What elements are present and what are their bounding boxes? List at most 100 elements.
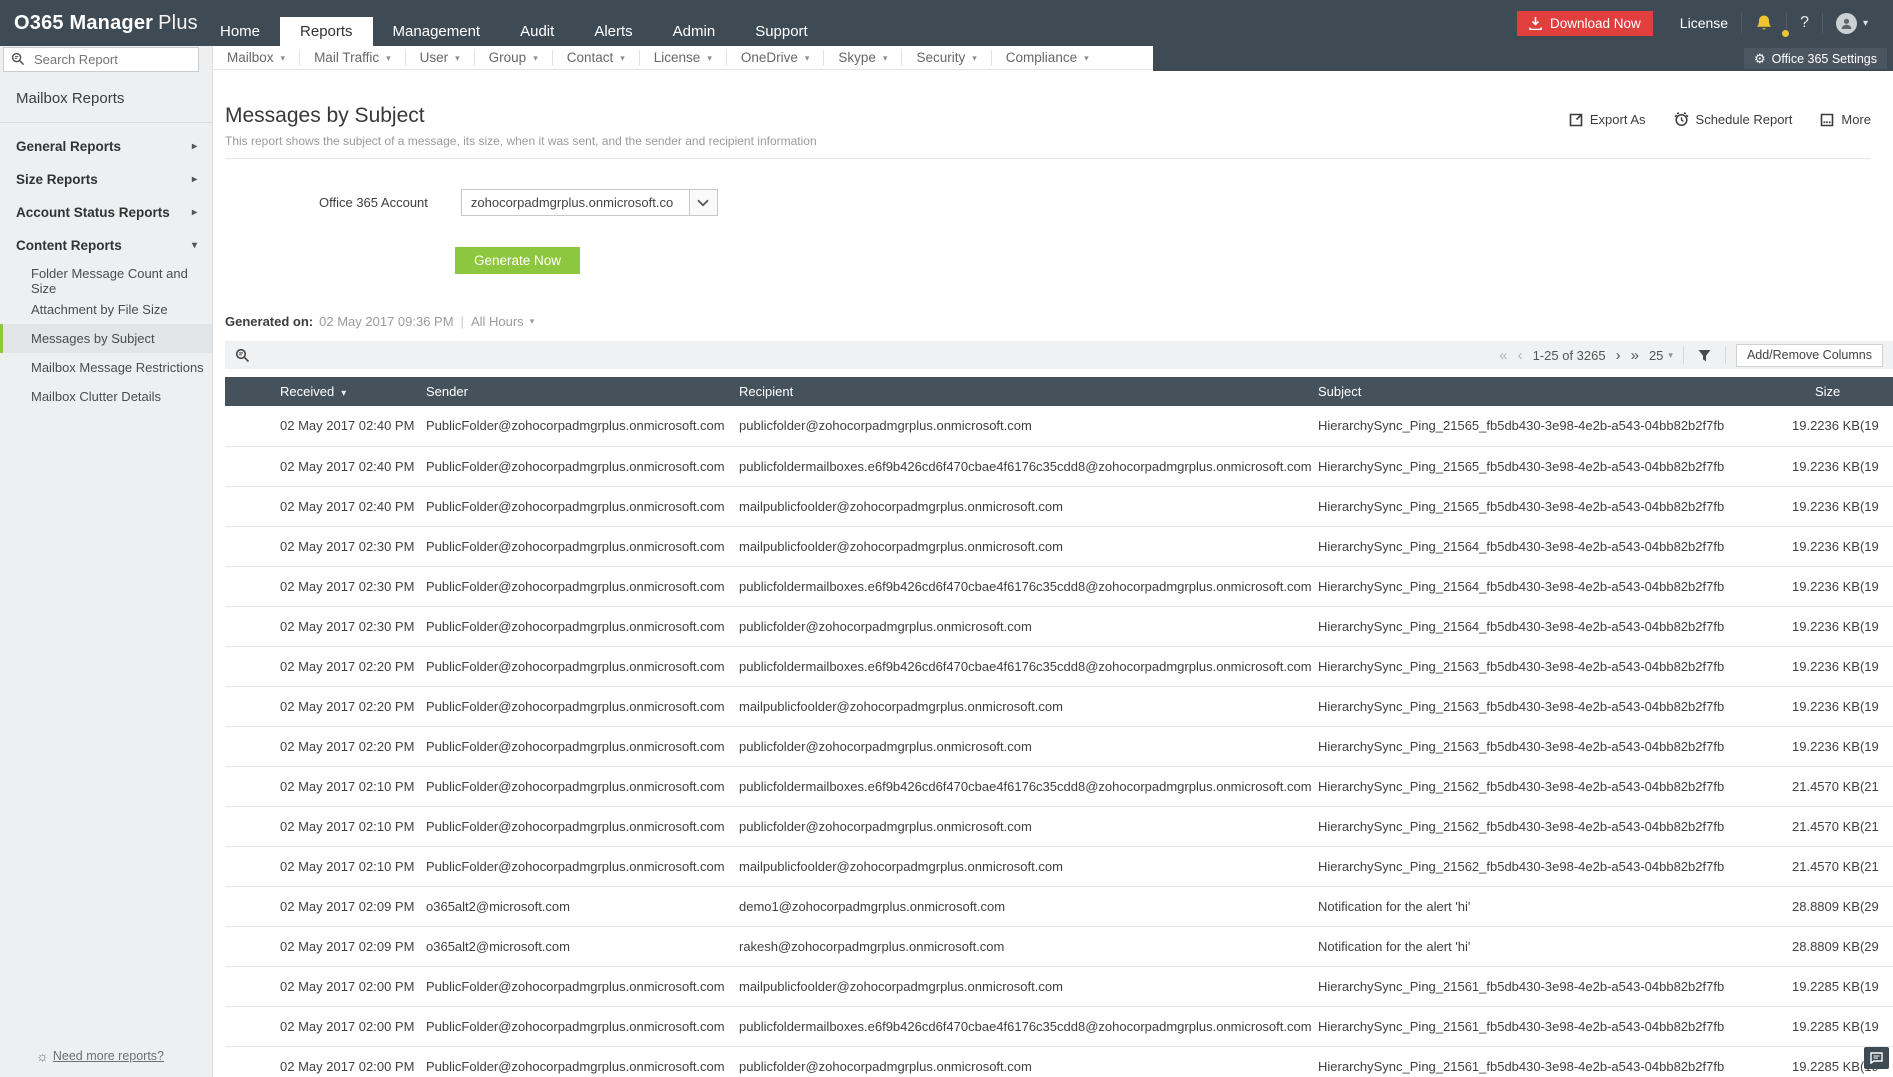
column-header-sender[interactable]: Sender [426,377,739,406]
tab-management[interactable]: Management [373,17,501,46]
schedule-report-label: Schedule Report [1695,112,1793,127]
sidebar-item-account-status-reports[interactable]: Account Status Reports ▸ [0,196,212,229]
table-row[interactable]: 02 May 2017 02:40 PM PublicFolder@zohocor… [225,446,1893,487]
nav-contact[interactable]: Contact ▾ [553,49,640,66]
sidebar-item-mailbox-message-restrictions[interactable]: Mailbox Message Restrictions [0,353,212,382]
cell-size: 19.2236 KB(19 [1792,646,1893,687]
prev-page-button[interactable]: ‹ [1518,348,1523,363]
nav-label: Group [488,49,527,65]
generate-now-button[interactable]: Generate Now [455,247,581,274]
cell-subject: HierarchySync_Ping_21564_fb5db430-3e98-4… [1318,566,1792,607]
sidebar-item-mailbox-clutter-details[interactable]: Mailbox Clutter Details [0,382,212,411]
table-row[interactable]: 02 May 2017 02:20 PM PublicFolder@zohocor… [225,646,1893,687]
need-more-reports-link[interactable]: ☼ Need more reports? [36,1048,164,1064]
table-row[interactable]: 02 May 2017 02:10 PM PublicFolder@zohocor… [225,766,1893,807]
hours-filter-dropdown[interactable]: All Hours ▾ [471,314,534,329]
column-header-recipient[interactable]: Recipient [739,377,1318,406]
user-menu[interactable]: ▾ [1823,11,1881,36]
tab-audit[interactable]: Audit [500,17,574,46]
table-row[interactable]: 02 May 2017 02:00 PM PublicFolder@zohocor… [225,1046,1893,1077]
tab-admin[interactable]: Admin [653,17,736,46]
schedule-report-button[interactable]: Schedule Report [1674,112,1793,127]
tab-home[interactable]: Home [200,17,280,46]
cell-sender: PublicFolder@zohocorpadmgrplus.onmicroso… [426,406,739,447]
nav-onedrive[interactable]: OneDrive ▾ [727,49,825,66]
report-category-nav: Mailbox ▾ Mail Traffic ▾ User ▾ Group ▾ Cont… [213,46,1893,71]
chevron-down-icon: ▾ [533,52,538,63]
nav-compliance[interactable]: Compliance ▾ [992,50,1103,66]
group-label: General Reports [16,139,122,154]
cell-subject: HierarchySync_Ping_21561_fb5db430-3e98-4… [1318,966,1792,1007]
report-panel: Messages by Subject Export As Schedule R… [213,70,1893,1077]
user-icon [1841,18,1852,29]
cell-received: 02 May 2017 02:40 PM [225,486,426,527]
nav-license[interactable]: License ▾ [640,49,727,66]
cell-subject: HierarchySync_Ping_21565_fb5db430-3e98-4… [1318,446,1792,487]
divider: | [460,314,464,329]
divider [225,158,1871,159]
table-row[interactable]: 02 May 2017 02:00 PM PublicFolder@zohocor… [225,966,1893,1007]
chevron-down-icon: ▾ [707,52,712,63]
table-toolbar: « ‹ 1-25 of 3265 › » 25 ▾ Add/Remove Col… [225,341,1893,369]
table-row[interactable]: 02 May 2017 02:30 PM PublicFolder@zohocor… [225,566,1893,607]
help-button[interactable]: ? [1787,11,1822,36]
column-label: Received [280,384,335,399]
table-row[interactable]: 02 May 2017 02:10 PM PublicFolder@zohocor… [225,806,1893,847]
table-row[interactable]: 02 May 2017 02:40 PM PublicFolder@zohocor… [225,486,1893,527]
column-header-subject[interactable]: Subject [1318,377,1792,406]
table-row[interactable]: 02 May 2017 02:10 PM PublicFolder@zohocor… [225,846,1893,887]
column-header-size[interactable]: Size [1792,377,1893,406]
license-link[interactable]: License [1667,11,1741,36]
last-page-button[interactable]: » [1631,348,1639,363]
column-header-received[interactable]: Received ▾ [225,377,426,406]
report-search [3,47,199,72]
table-row[interactable]: 02 May 2017 02:30 PM PublicFolder@zohocor… [225,606,1893,647]
download-now-button[interactable]: Download Now [1517,10,1653,36]
export-as-button[interactable]: Export As [1569,112,1646,127]
nav-skype[interactable]: Skype ▾ [824,49,903,66]
cell-received: 02 May 2017 02:20 PM [225,726,426,767]
feedback-chat-button[interactable] [1864,1047,1889,1069]
table-row[interactable]: 02 May 2017 02:20 PM PublicFolder@zohocor… [225,686,1893,727]
pagination: « ‹ 1-25 of 3265 › » 25 ▾ Add/Remove Col… [1499,343,1885,367]
cell-received: 02 May 2017 02:00 PM [225,966,426,1007]
sidebar: Mailbox Reports General Reports ▸ Size R… [0,46,213,1077]
table-search-icon[interactable] [235,348,250,363]
notifications-bell-icon[interactable] [1742,11,1791,38]
tab-support[interactable]: Support [735,17,828,46]
more-button[interactable]: More [1820,112,1871,127]
nav-mailbox[interactable]: Mailbox ▾ [213,49,301,66]
add-remove-columns-button[interactable]: Add/Remove Columns [1735,343,1883,367]
cell-size: 19.2285 KB(19 [1792,966,1893,1007]
tab-reports[interactable]: Reports [280,17,373,46]
sidebar-item-attachment-by-file-size[interactable]: Attachment by File Size [0,295,212,324]
nav-mail-traffic[interactable]: Mail Traffic ▾ [300,49,406,66]
table-row[interactable]: 02 May 2017 02:20 PM PublicFolder@zohocor… [225,726,1893,767]
account-select[interactable]: zohocorpadmgrplus.onmicrosoft.co [460,189,718,216]
sidebar-item-messages-by-subject[interactable]: Messages by Subject [0,324,212,353]
table-row[interactable]: 02 May 2017 02:30 PM PublicFolder@zohocor… [225,526,1893,567]
search-input[interactable] [3,47,199,72]
sidebar-item-content-reports[interactable]: Content Reports ▾ [0,229,212,262]
nav-group[interactable]: Group ▾ [475,49,553,66]
nav-security[interactable]: Security ▾ [902,49,992,66]
table-row[interactable]: 02 May 2017 02:40 PM PublicFolder@zohocor… [225,406,1893,447]
cell-recipient: publicfoldermailboxes.e6f9b426cd6f470cba… [739,566,1318,607]
sidebar-item-general-reports[interactable]: General Reports ▸ [0,130,212,163]
table-row[interactable]: 02 May 2017 02:00 PM PublicFolder@zohocor… [225,1006,1893,1047]
cell-sender: PublicFolder@zohocorpadmgrplus.onmicroso… [426,566,739,607]
filter-funnel-icon[interactable] [1694,349,1715,362]
tab-alerts[interactable]: Alerts [574,17,652,46]
chevron-down-icon: ▾ [620,52,625,63]
office-365-settings-button[interactable]: ⚙ Office 365 Settings [1743,48,1887,69]
sidebar-item-folder-message-count[interactable]: Folder Message Count and Size [0,266,212,296]
sidebar-item-size-reports[interactable]: Size Reports ▸ [0,163,212,196]
content-reports-items: Folder Message Count and Size Attachment… [0,266,212,411]
table-row[interactable]: 02 May 2017 02:09 PM o365alt2@microsoft.c… [225,886,1893,927]
table-row[interactable]: 02 May 2017 02:09 PM o365alt2@microsoft.c… [225,926,1893,967]
next-page-button[interactable]: › [1616,348,1621,363]
nav-user[interactable]: User ▾ [406,49,475,66]
page-size-dropdown[interactable]: 25 ▾ [1649,348,1673,363]
first-page-button[interactable]: « [1499,348,1507,363]
group-label: Content Reports [16,238,122,253]
